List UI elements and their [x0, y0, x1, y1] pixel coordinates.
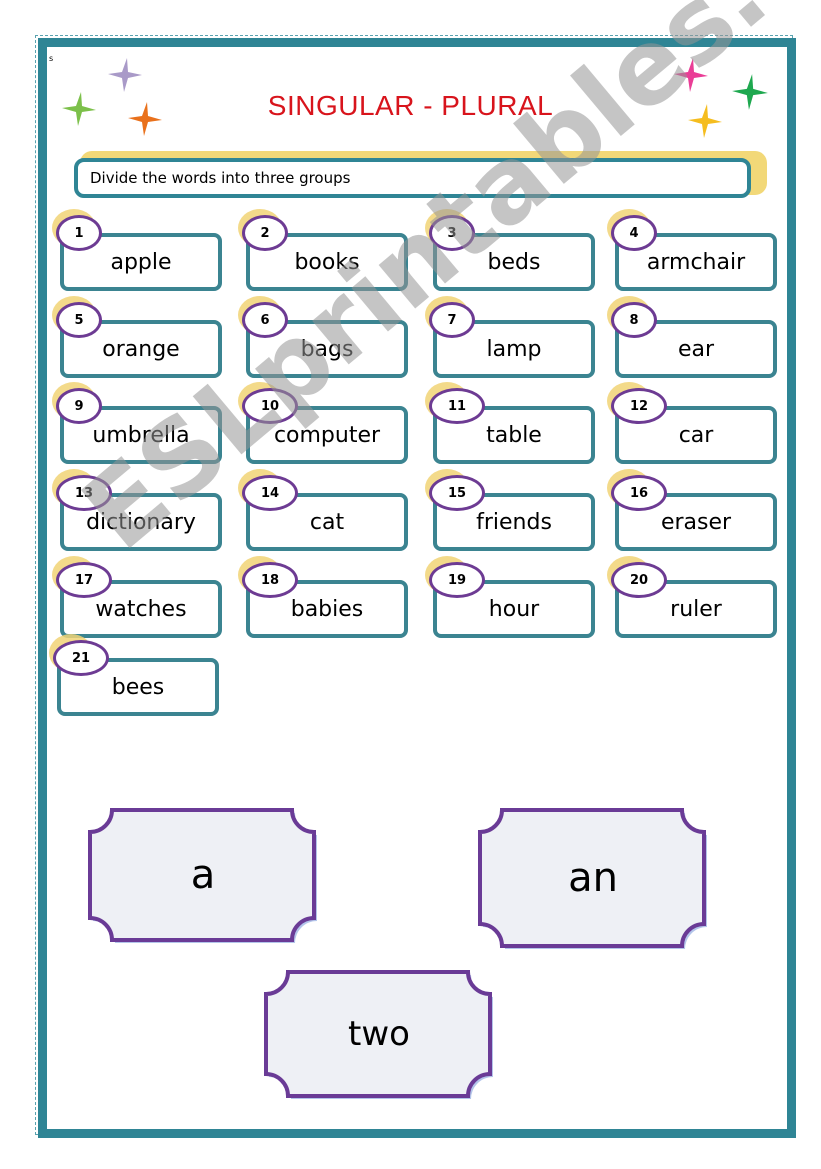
word-text: bags: [300, 336, 354, 362]
word-text: friends: [476, 509, 552, 535]
word-text: umbrella: [92, 422, 190, 448]
number-badge: 13: [56, 475, 112, 511]
number-badge: 2: [242, 215, 288, 251]
word-text: lamp: [486, 336, 542, 362]
number-badge: 10: [242, 388, 298, 424]
word-text: beds: [487, 249, 541, 275]
word-card[interactable]: orange 5: [52, 296, 222, 378]
number-badge: 1: [56, 215, 102, 251]
word-text: watches: [95, 596, 187, 622]
star-icon: [674, 58, 708, 92]
word-text: books: [294, 249, 360, 275]
word-text: apple: [110, 249, 172, 275]
group-card-two[interactable]: two: [262, 968, 496, 1100]
word-text: ear: [677, 336, 715, 362]
number-badge: 14: [242, 475, 298, 511]
number-badge: 12: [611, 388, 667, 424]
number-badge: 21: [53, 640, 109, 676]
word-card[interactable]: ear 8: [607, 296, 777, 378]
number-badge: 6: [242, 302, 288, 338]
word-text: table: [486, 422, 542, 448]
number-badge: 11: [429, 388, 485, 424]
number-badge: 17: [56, 562, 112, 598]
number-badge: 3: [429, 215, 475, 251]
word-card[interactable]: car 12: [607, 382, 777, 464]
worksheet-title: SINGULAR - PLURAL: [267, 90, 554, 121]
number-badge: 7: [429, 302, 475, 338]
number-badge: 4: [611, 215, 657, 251]
group-card-an[interactable]: an: [476, 806, 710, 950]
word-text: bees: [111, 674, 165, 700]
word-text: dictionary: [86, 509, 196, 535]
word-card[interactable]: watches 17: [52, 556, 222, 638]
word-text: armchair: [646, 249, 746, 275]
number-badge: 16: [611, 475, 667, 511]
word-card[interactable]: hour 19: [425, 556, 595, 638]
word-card[interactable]: bags 6: [238, 296, 408, 378]
word-text: computer: [273, 422, 381, 448]
word-card[interactable]: books 2: [238, 209, 408, 291]
word-card[interactable]: eraser 16: [607, 469, 777, 551]
word-text: eraser: [660, 509, 732, 535]
word-card[interactable]: dictionary 13: [52, 469, 222, 551]
corner-mark: s: [49, 54, 54, 63]
word-card[interactable]: table 11: [425, 382, 595, 464]
instruction-box: Divide the words into three groups: [74, 158, 751, 198]
word-text: car: [678, 422, 714, 448]
group-card-a[interactable]: a: [86, 806, 320, 944]
group-label: two: [348, 1014, 410, 1054]
star-icon: [108, 58, 142, 92]
number-badge: 8: [611, 302, 657, 338]
word-card[interactable]: beds 3: [425, 209, 595, 291]
number-badge: 9: [56, 388, 102, 424]
word-text: babies: [290, 596, 364, 622]
number-badge: 15: [429, 475, 485, 511]
word-card[interactable]: umbrella 9: [52, 382, 222, 464]
word-card[interactable]: lamp 7: [425, 296, 595, 378]
group-label: an: [568, 855, 618, 901]
group-label: a: [190, 852, 216, 898]
word-card[interactable]: babies 18: [238, 556, 408, 638]
word-card[interactable]: friends 15: [425, 469, 595, 551]
number-badge: 20: [611, 562, 667, 598]
number-badge: 5: [56, 302, 102, 338]
word-card[interactable]: computer 10: [238, 382, 408, 464]
word-card[interactable]: ruler 20: [607, 556, 777, 638]
word-text: orange: [102, 336, 180, 362]
word-card[interactable]: bees 21: [49, 634, 219, 716]
instruction-text: Divide the words into three groups: [90, 169, 351, 187]
number-badge: 19: [429, 562, 485, 598]
word-card[interactable]: cat 14: [238, 469, 408, 551]
word-text: ruler: [670, 596, 722, 622]
word-card[interactable]: armchair 4: [607, 209, 777, 291]
word-text: cat: [309, 509, 345, 535]
number-badge: 18: [242, 562, 298, 598]
word-text: hour: [488, 596, 540, 622]
word-card[interactable]: apple 1: [52, 209, 222, 291]
